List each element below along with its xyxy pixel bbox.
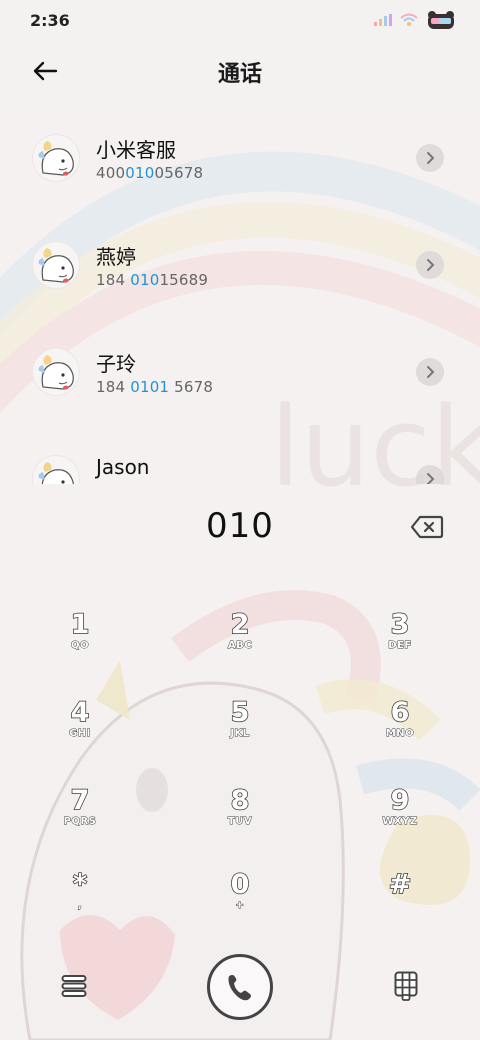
status-icons [374, 10, 456, 30]
matched-digits: 010 [130, 271, 160, 289]
call-button[interactable] [207, 954, 273, 1020]
key-digit: 2 [230, 609, 250, 641]
unicorn-avatar-icon [38, 355, 74, 390]
battery-icon [428, 11, 454, 29]
key-digit: 9 [390, 785, 410, 817]
chevron-right-icon [427, 366, 435, 378]
dialed-number-display: 010 [206, 506, 274, 546]
dialpad-key-1[interactable]: 1 QO [30, 609, 130, 680]
contact-name: 燕婷 [96, 245, 136, 269]
dialpad-key-3[interactable]: 3 DEF [350, 609, 450, 680]
key-letters: MNO [385, 728, 415, 740]
dialpad-key-4[interactable]: 4 GHI [30, 697, 130, 768]
dialpad-key-hash[interactable]: # [350, 869, 450, 940]
key-letters: + [235, 900, 245, 912]
contact-detail-button[interactable] [416, 144, 444, 172]
dialpad-key-star[interactable]: * , [30, 869, 130, 940]
key-digit: * [72, 869, 88, 901]
key-letters: GHI [69, 728, 91, 740]
delete-digit-button[interactable] [410, 514, 444, 540]
key-letters: TUV [227, 816, 253, 828]
key-digit: 8 [230, 785, 250, 817]
contact-item[interactable]: 燕婷 184 01015689 [0, 211, 480, 318]
contact-detail-button[interactable] [416, 465, 444, 484]
status-time: 2:36 [30, 11, 70, 30]
chevron-right-icon [427, 259, 435, 271]
chevron-right-icon [427, 473, 435, 484]
key-digit: 7 [70, 785, 90, 817]
menu-button[interactable] [56, 968, 92, 1004]
contact-item[interactable]: 小米客服 40001005678 [0, 104, 480, 211]
contact-number: 184 01015689 [96, 271, 209, 289]
contact-suggestion-list[interactable]: 小米客服 40001005678 燕婷 184 01015689 子玲 184 … [0, 104, 480, 484]
contact-detail-button[interactable] [416, 358, 444, 386]
key-digit: # [388, 869, 412, 901]
contact-item[interactable]: 子玲 184 0101 5678 [0, 318, 480, 425]
dialpad-panel: 010 1 QO 2 ABC 3 DEF 4 GHI 5 JKL 6 MNO 7… [0, 484, 480, 1040]
dialpad-key-7[interactable]: 7 PQRS [30, 785, 130, 856]
key-digit: 0 [230, 869, 250, 901]
contact-name: 子玲 [96, 352, 136, 376]
unicorn-avatar-icon [38, 141, 74, 176]
avatar [32, 348, 80, 396]
keypad-toggle-button[interactable] [388, 968, 424, 1004]
unicorn-avatar-icon [38, 248, 74, 283]
key-letters: , [77, 900, 83, 912]
dialpad-key-0[interactable]: 0 + [190, 869, 290, 940]
key-letters: PQRS [63, 816, 97, 828]
dialpad-key-8[interactable]: 8 TUV [190, 785, 290, 856]
avatar [32, 455, 80, 484]
contact-number: 184 0101 5678 [96, 378, 214, 396]
signal-icon [374, 14, 392, 26]
page-title: 通话 [217, 62, 262, 87]
backspace-icon [410, 515, 444, 539]
contact-detail-button[interactable] [416, 251, 444, 279]
phone-icon [228, 975, 251, 1001]
matched-digits: 0101 [130, 378, 170, 396]
wifi-icon [400, 13, 418, 26]
chevron-right-icon [427, 152, 435, 164]
menu-icon [61, 975, 87, 997]
key-digit: 4 [70, 697, 90, 729]
key-letters: JKL [230, 728, 250, 740]
key-letters: QO [70, 640, 89, 652]
key-letters: DEF [388, 640, 412, 652]
key-digit: 5 [230, 697, 250, 729]
key-letters: ABC [227, 640, 253, 652]
avatar [32, 134, 80, 182]
key-digit: 1 [70, 609, 90, 641]
dialpad-key-6[interactable]: 6 MNO [350, 697, 450, 768]
key-digit: 3 [390, 609, 410, 641]
contact-name: 小米客服 [96, 138, 176, 162]
avatar [32, 241, 80, 289]
contact-item[interactable]: Jason [0, 425, 480, 484]
header-bar: 通话 [0, 40, 480, 104]
matched-digits: 010 [125, 164, 155, 182]
key-digit: 6 [390, 697, 410, 729]
keypad-icon [394, 971, 418, 1001]
key-letters: WXYZ [382, 816, 418, 828]
contact-name: Jason [96, 455, 150, 479]
dialpad-key-9[interactable]: 9 WXYZ [350, 785, 450, 856]
dialpad-key-2[interactable]: 2 ABC [190, 609, 290, 680]
status-bar: 2:36 [0, 0, 480, 40]
contact-number: 40001005678 [96, 164, 204, 182]
unicorn-avatar-icon [38, 462, 74, 484]
dialpad-key-5[interactable]: 5 JKL [190, 697, 290, 768]
